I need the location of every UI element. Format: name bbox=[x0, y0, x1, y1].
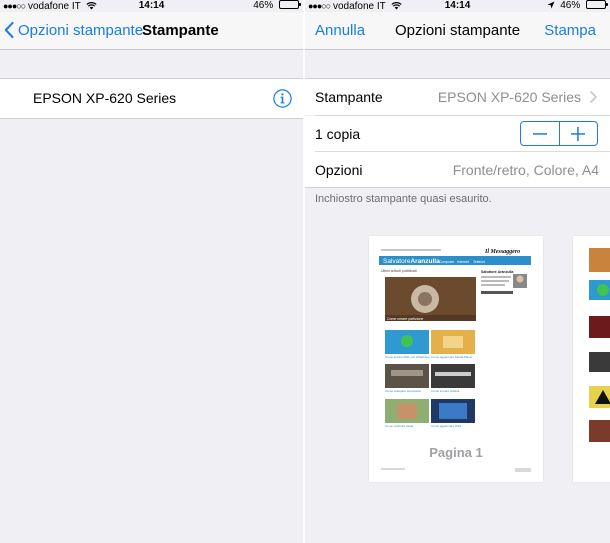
copies-label: 1 copia bbox=[315, 126, 361, 142]
divider bbox=[305, 187, 610, 188]
copies-stepper[interactable] bbox=[520, 121, 598, 146]
page-footer-line bbox=[515, 468, 531, 472]
print-options-screen: ●●●○○ vodafone IT 14:14 46% Annulla Opzi… bbox=[305, 0, 610, 543]
plus-icon bbox=[571, 126, 586, 141]
thumb-masthead: Il Messaggero bbox=[484, 249, 520, 255]
thumb-section-title: Ultimi articoli pubblicati bbox=[381, 269, 417, 273]
increment-button[interactable] bbox=[558, 122, 598, 145]
status-bar: ●●●○○ vodafone IT 14:14 46% bbox=[305, 0, 610, 12]
thumb-nav-item: Computer bbox=[439, 260, 455, 264]
back-button[interactable]: Opzioni stampante bbox=[4, 12, 143, 50]
page-preview-2[interactable] bbox=[573, 236, 610, 482]
thumb-tile-caption: Come trovare politica bbox=[431, 389, 460, 393]
page-thumbnail bbox=[589, 248, 610, 442]
location-icon bbox=[547, 1, 555, 9]
page-label: Pagina 1 bbox=[429, 445, 483, 460]
page-title: Opzioni stampante bbox=[395, 22, 521, 39]
thumb-brand: SalvatoreAranzulla bbox=[383, 258, 440, 265]
page-footer-line bbox=[381, 468, 405, 470]
navigation-bar: Annulla Opzioni stampante Stampa bbox=[305, 12, 610, 50]
thumb-tile-caption: Come collegare stampante bbox=[385, 389, 421, 393]
thumb-tile-caption: Come costruire asset bbox=[385, 424, 414, 428]
page-thumbnail: Il Messaggero SalvatoreAranzulla Compute… bbox=[379, 249, 531, 428]
thumb-tile-caption: Come aggiornare Media Player bbox=[431, 355, 473, 359]
print-button[interactable]: Stampa bbox=[544, 12, 596, 50]
thumb-tile-grid bbox=[385, 330, 475, 423]
page-preview-1[interactable]: Il Messaggero SalvatoreAranzulla Compute… bbox=[369, 236, 543, 482]
options-label: Opzioni bbox=[315, 162, 363, 178]
ink-warning-text: Inchiostro stampante quasi esaurito. bbox=[315, 193, 492, 205]
navigation-bar: Opzioni stampante Stampante bbox=[0, 12, 303, 50]
page-title: Stampante bbox=[142, 22, 219, 39]
thumb-nav-item: Internet bbox=[457, 260, 469, 264]
printer-row-epson[interactable]: EPSON XP-620 Series bbox=[0, 79, 303, 118]
printer-list-screen: ●●●○○ vodafone IT 14:14 46% Opzioni stam… bbox=[0, 0, 303, 543]
minus-icon bbox=[532, 132, 547, 135]
copies-row: 1 copia bbox=[305, 116, 610, 152]
info-icon[interactable] bbox=[273, 89, 292, 108]
status-bar: ●●●○○ vodafone IT 14:14 46% bbox=[0, 0, 303, 12]
printer-row-label: Stampante bbox=[315, 89, 383, 105]
disclosure-chevron-icon bbox=[590, 91, 597, 103]
battery-percent: 46% bbox=[560, 0, 581, 11]
thumb-author-name: Salvatore Aranzulla bbox=[481, 270, 513, 274]
battery-icon bbox=[586, 0, 608, 9]
options-row[interactable]: Opzioni Fronte/retro, Colore, A4 bbox=[305, 152, 610, 188]
battery-percent: 46% bbox=[253, 0, 274, 11]
thumb-tile-caption: Come inviare PDF con WhatsApp bbox=[385, 355, 430, 359]
printer-name: EPSON XP-620 Series bbox=[33, 90, 177, 106]
divider bbox=[0, 118, 303, 119]
back-chevron-icon bbox=[4, 22, 14, 38]
thumb-nav-item: Telefoni bbox=[473, 260, 485, 264]
battery-icon bbox=[279, 0, 301, 9]
decrement-button[interactable] bbox=[521, 122, 559, 145]
cancel-button[interactable]: Annulla bbox=[315, 12, 365, 50]
selected-printer-value: EPSON XP-620 Series bbox=[437, 89, 581, 105]
printer-select-row[interactable]: Stampante EPSON XP-620 Series bbox=[305, 79, 610, 115]
back-button-label: Opzioni stampante bbox=[18, 22, 144, 39]
thumb-tile-caption: Come aggiornare iPad bbox=[431, 424, 461, 428]
options-value: Fronte/retro, Colore, A4 bbox=[452, 162, 599, 178]
thumb-feature-caption: Come creare partizione bbox=[387, 317, 423, 321]
